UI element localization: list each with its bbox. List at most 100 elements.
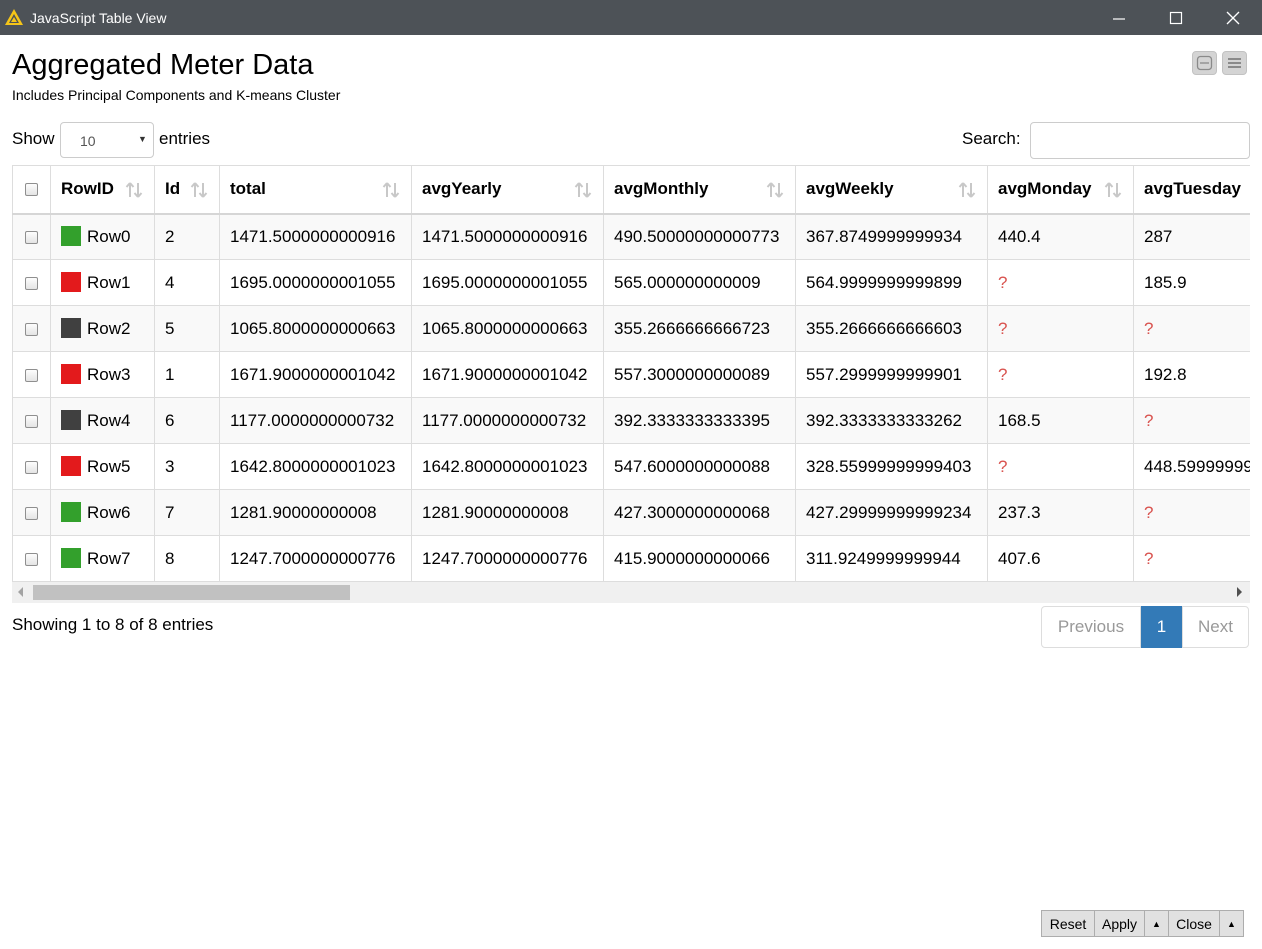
cell-value: 192.8	[1144, 364, 1187, 384]
cell-value: 2	[165, 226, 175, 246]
collapse-button[interactable]	[1192, 51, 1217, 75]
column-header[interactable]: avgMonday	[987, 165, 1134, 215]
row-checkbox[interactable]	[25, 414, 38, 428]
cluster-color-swatch	[61, 502, 81, 522]
table-cell: 1281.90000000008	[411, 489, 604, 536]
row-checkbox[interactable]	[25, 552, 38, 566]
cell-value: ?	[1144, 548, 1154, 568]
column-header[interactable]: total	[219, 165, 412, 215]
scroll-left-arrow-icon[interactable]	[18, 587, 23, 597]
maximize-button[interactable]	[1147, 0, 1204, 35]
column-header[interactable]: Id	[154, 165, 220, 215]
row-id-cell: Row1	[50, 259, 155, 306]
cell-value: ?	[998, 456, 1008, 476]
maximize-icon	[1169, 11, 1183, 25]
column-header[interactable]: avgYearly	[411, 165, 604, 215]
search-input[interactable]	[1030, 122, 1250, 159]
table-cell: 415.9000000000066	[603, 535, 796, 582]
current-page-button[interactable]: 1	[1141, 606, 1182, 648]
cell-value: 1247.7000000000776	[422, 548, 588, 568]
column-header[interactable]: avgWeekly	[795, 165, 988, 215]
page-subtitle: Includes Principal Components and K-mean…	[12, 87, 341, 103]
row-checkbox[interactable]	[25, 368, 38, 382]
sort-icon[interactable]	[1103, 181, 1123, 199]
data-table-container: RowID Id total avgYearly avgMonthly avgWeekly…	[12, 165, 1250, 582]
cell-value: 328.55999999999403	[806, 456, 972, 476]
cell-value: 557.2999999999901	[806, 364, 962, 384]
row-checkbox[interactable]	[25, 322, 38, 336]
close-button[interactable]: Close	[1168, 910, 1220, 937]
scroll-right-arrow-icon[interactable]	[1237, 587, 1242, 597]
close-window-button[interactable]	[1204, 0, 1261, 35]
apply-button[interactable]: Apply	[1094, 910, 1145, 937]
row-checkbox[interactable]	[25, 276, 38, 290]
scrollbar-thumb[interactable]	[33, 585, 350, 600]
next-page-button[interactable]: Next	[1182, 606, 1249, 648]
minimize-button[interactable]	[1090, 0, 1147, 35]
entries-per-page-select[interactable]: 10 ▼	[60, 122, 154, 158]
previous-page-button[interactable]: Previous	[1041, 606, 1141, 648]
table-cell: 1177.0000000000732	[219, 397, 412, 444]
cell-value: 4	[165, 272, 175, 292]
minimize-icon	[1113, 18, 1125, 20]
cell-value: 448.5999999999	[1144, 456, 1250, 476]
cell-value: 237.3	[998, 502, 1041, 522]
table-cell: 3	[154, 443, 220, 490]
table-cell: 287	[1133, 213, 1250, 260]
cell-value: 1177.0000000000732	[230, 410, 395, 430]
table-row[interactable]: Row6 7 1281.90000000008 1281.90000000008 427…	[12, 489, 1250, 536]
window-title: JavaScript Table View	[30, 10, 167, 26]
cell-value: 1695.0000000001055	[422, 272, 588, 292]
cell-value: 565.000000000009	[614, 272, 761, 292]
table-cell: 185.9	[1133, 259, 1250, 306]
table-cell: ?	[987, 443, 1134, 490]
sort-icon[interactable]	[573, 181, 593, 199]
column-header[interactable]: avgTuesday	[1133, 165, 1250, 215]
cell-value: 1642.8000000001023	[422, 456, 588, 476]
horizontal-scrollbar[interactable]	[12, 582, 1250, 603]
table-cell: 7	[154, 489, 220, 536]
cell-value: 1065.8000000000663	[422, 318, 588, 338]
cell-value: 392.3333333333395	[614, 410, 770, 430]
table-cell: ?	[1133, 305, 1250, 352]
apply-options-button[interactable]: ▲	[1144, 910, 1169, 937]
table-cell: 311.9249999999944	[795, 535, 988, 582]
table-cell: 355.2666666666603	[795, 305, 988, 352]
cell-value: 185.9	[1144, 272, 1187, 292]
select-all-checkbox[interactable]	[25, 183, 38, 197]
table-cell: ?	[1133, 535, 1250, 582]
row-checkbox[interactable]	[25, 506, 38, 520]
reset-button[interactable]: Reset	[1041, 910, 1095, 937]
table-row[interactable]: Row5 3 1642.8000000001023 1642.800000000102…	[12, 443, 1250, 490]
table-cell: 427.29999999999234	[795, 489, 988, 536]
cluster-color-swatch	[61, 364, 81, 384]
close-options-button[interactable]: ▲	[1219, 910, 1244, 937]
table-row[interactable]: Row3 1 1671.9000000001042 1671.900000000104…	[12, 351, 1250, 398]
cell-value: 407.6	[998, 548, 1041, 568]
table-row[interactable]: Row4 6 1177.0000000000732 1177.000000000073…	[12, 397, 1250, 444]
sort-icon[interactable]	[124, 181, 144, 199]
sort-icon[interactable]	[957, 181, 977, 199]
column-header[interactable]: RowID	[50, 165, 155, 215]
sort-icon[interactable]	[381, 181, 401, 199]
sort-icon[interactable]	[189, 181, 209, 199]
menu-button[interactable]	[1222, 51, 1247, 75]
row-checkbox[interactable]	[25, 460, 38, 474]
table-row[interactable]: Row1 4 1695.0000000001055 1695.000000000105…	[12, 259, 1250, 306]
column-header[interactable]: avgMonthly	[603, 165, 796, 215]
cell-value: ?	[998, 272, 1008, 292]
hamburger-menu-icon	[1228, 58, 1241, 68]
cell-value: ?	[998, 364, 1008, 384]
cell-value: 1177.0000000000732	[422, 410, 587, 430]
column-header-label: avgMonthly	[614, 179, 709, 199]
row-checkbox[interactable]	[25, 230, 38, 244]
sort-icon[interactable]	[765, 181, 785, 199]
table-row[interactable]: Row0 2 1471.5000000000916 1471.500000000091…	[12, 213, 1250, 260]
table-row[interactable]: Row7 8 1247.7000000000776 1247.700000000077…	[12, 535, 1250, 582]
table-row[interactable]: Row2 5 1065.8000000000663 1065.800000000066…	[12, 305, 1250, 352]
table-cell: ?	[987, 259, 1134, 306]
column-header-label: Id	[165, 179, 181, 199]
cell-value: 1471.5000000000916	[230, 226, 396, 246]
table-cell: 1	[154, 351, 220, 398]
cell-value: 1671.9000000001042	[422, 364, 588, 384]
